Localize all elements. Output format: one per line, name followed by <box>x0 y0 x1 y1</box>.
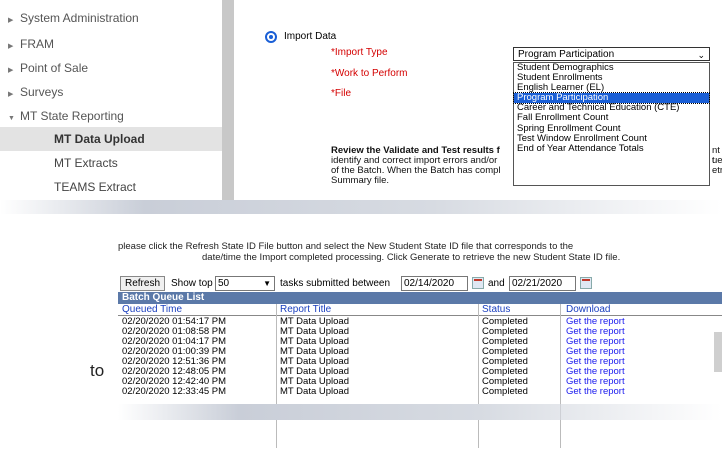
caption-fragment: to <box>90 361 105 380</box>
import-type-value: Program Participation <box>518 49 615 60</box>
sidebar-subitem-label: MT Extracts <box>54 156 118 170</box>
sidebar-item-label: System Administration <box>20 11 139 25</box>
column-divider <box>478 304 479 448</box>
calendar-icon[interactable] <box>472 277 484 289</box>
sidebar-subitem-label: MT Data Upload <box>54 132 145 146</box>
table-scrollbar[interactable] <box>714 332 722 372</box>
sidebar-item-mt-state-reporting[interactable]: ▼ MT State Reporting <box>0 104 222 128</box>
batch-queue-screenshot: please click the Refresh State ID File b… <box>118 236 722 448</box>
show-top-select[interactable]: 50 ▼ <box>215 276 275 291</box>
calendar-icon[interactable] <box>580 277 592 289</box>
batch-queue-title: Batch Queue List <box>118 292 722 304</box>
review-instructions: Review the Validate and Test results f i… <box>331 146 711 186</box>
column-header-queued-time[interactable]: Queued Time <box>122 304 182 315</box>
column-divider <box>276 304 277 448</box>
get-report-link[interactable]: Get the report <box>566 387 625 397</box>
batch-toolbar: Refresh Show top 50 ▼ tasks submitted be… <box>118 274 722 292</box>
torn-edge-decoration <box>118 404 722 420</box>
instruction-line-2: date/time the Import completed processin… <box>202 252 621 263</box>
sidebar-item-surveys[interactable]: ▶ Surveys <box>0 80 222 104</box>
date-from-input[interactable]: 02/14/2020 <box>401 276 468 291</box>
sidebar-subitem-mt-extracts[interactable]: MT Extracts <box>0 151 222 175</box>
work-to-perform-label: *Work to Perform <box>331 68 408 79</box>
sidebar-subitem-mt-data-upload[interactable]: MT Data Upload <box>0 127 222 151</box>
column-header-download[interactable]: Download <box>566 304 610 315</box>
column-header-status[interactable]: Status <box>482 304 510 315</box>
column-header-report-title[interactable]: Report Title <box>280 304 331 315</box>
triangle-right-icon: ▶ <box>8 17 14 24</box>
review-line-4: Summary file. <box>331 175 390 186</box>
sidebar-item-system-administration[interactable]: ▶ System Administration <box>0 6 222 30</box>
chevron-down-icon: ⌄ <box>697 50 705 60</box>
import-data-radio[interactable] <box>265 31 277 43</box>
import-data-label: Import Data <box>284 31 337 42</box>
date-to-input[interactable]: 02/21/2020 <box>509 276 576 291</box>
sidebar-subitem-label: TEAMS Extract <box>54 180 137 194</box>
queued-time-cell: 02/20/2020 12:33:45 PM <box>122 386 227 397</box>
sidebar-subitem-teams-extract[interactable]: TEAMS Extract <box>0 175 222 199</box>
sidebar: ▶ System Administration ▶ FRAM ▶ Point of S… <box>0 0 222 200</box>
and-label: and <box>488 278 505 289</box>
upload-screenshot: ▶ System Administration ▶ FRAM ▶ Point of S… <box>0 0 722 200</box>
column-divider <box>560 304 561 448</box>
sidebar-item-fram[interactable]: ▶ FRAM <box>0 32 222 56</box>
sidebar-item-label: FRAM <box>20 37 54 51</box>
status-cell: Completed <box>482 386 528 397</box>
triangle-down-icon: ▼ <box>263 279 271 288</box>
file-label: *File <box>331 88 352 99</box>
torn-edge-decoration <box>0 200 722 214</box>
show-top-value: 50 <box>218 278 230 289</box>
sidebar-item-label: Point of Sale <box>20 61 89 75</box>
sidebar-item-point-of-sale[interactable]: ▶ Point of Sale <box>0 56 222 80</box>
import-type-label: *Import Type <box>331 47 388 58</box>
sidebar-item-label: MT State Reporting <box>20 109 124 123</box>
review-right-fragment: etri <box>712 165 722 176</box>
report-title-cell: MT Data Upload <box>280 386 349 397</box>
tasks-between-label: tasks submitted between <box>280 278 391 289</box>
show-top-label: Show top <box>171 278 213 289</box>
import-panel: Import Data *Import Type *Work to Perfor… <box>234 0 722 200</box>
panel-divider <box>222 0 234 200</box>
instruction-line-1: please click the Refresh State ID File b… <box>118 241 574 252</box>
sidebar-item-label: Surveys <box>20 85 64 99</box>
refresh-button[interactable]: Refresh <box>120 276 166 291</box>
import-type-select[interactable]: Program Participation ⌄ <box>513 47 710 61</box>
